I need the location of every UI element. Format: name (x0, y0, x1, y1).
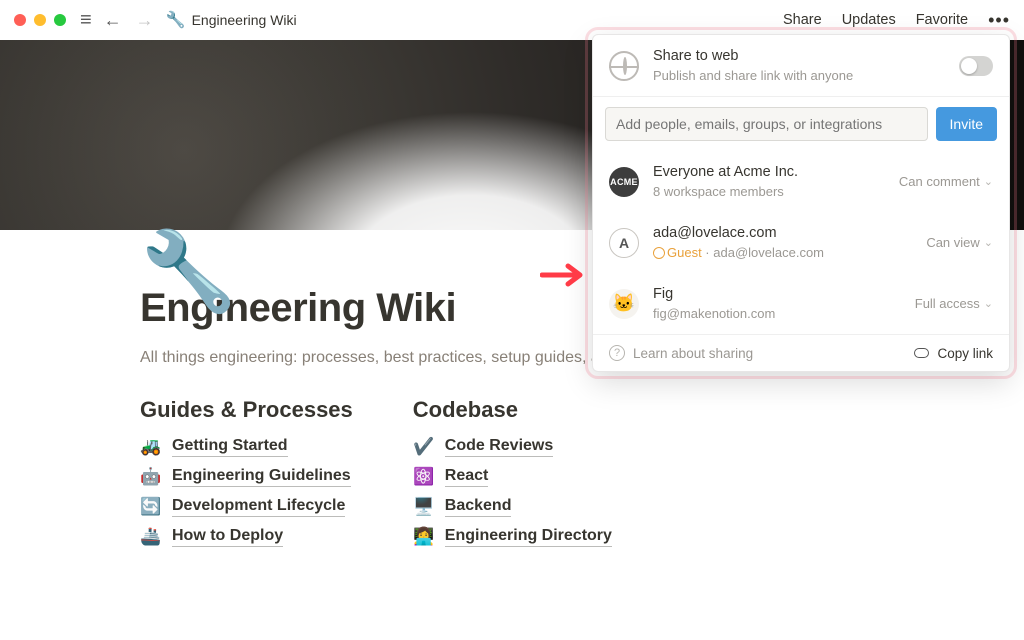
list-item-label: Development Lifecycle (172, 497, 345, 517)
permission-dropdown[interactable]: Can comment⌄ (899, 174, 993, 189)
chevron-down-icon: ⌄ (984, 175, 993, 188)
atom-icon: ⚛️ (413, 467, 435, 487)
permission-dropdown[interactable]: Full access⌄ (915, 296, 993, 311)
invite-row: Invite (593, 97, 1009, 151)
list-item-label: Backend (445, 497, 512, 517)
share-web-toggle[interactable] (959, 56, 993, 76)
share-panel-footer: ? Learn about sharing Copy link (593, 335, 1009, 371)
share-entry-subtitle: fig@makenotion.com (653, 305, 901, 323)
sidebar-toggle-icon[interactable]: ≡ (80, 9, 92, 32)
favorite-button[interactable]: Favorite (916, 12, 968, 28)
share-entry-subtitle: Guest · ada@lovelace.com (653, 244, 912, 262)
minimize-window-dot[interactable] (34, 14, 46, 26)
column-codebase: Codebase ✔️ Code Reviews ⚛️ React 🖥️ Backen… (413, 397, 612, 557)
list-item[interactable]: 🖥️ Backend (413, 497, 612, 517)
list-item[interactable]: ⚛️ React (413, 467, 612, 487)
link-icon (914, 348, 929, 358)
permission-dropdown[interactable]: Can view⌄ (926, 235, 993, 250)
list-item[interactable]: 🔄 Development Lifecycle (140, 497, 353, 517)
share-entry-title: Fig (653, 285, 901, 305)
guest-globe-icon (653, 247, 665, 259)
page-icon[interactable]: 🔧 (140, 226, 237, 318)
share-web-title: Share to web (653, 47, 945, 67)
cycle-icon: 🔄 (140, 497, 162, 517)
list-item[interactable]: ✔️ Code Reviews (413, 437, 612, 457)
list-item-label: Getting Started (172, 437, 288, 457)
more-menu-icon[interactable]: ••• (988, 10, 1010, 31)
share-entry-title: Everyone at Acme Inc. (653, 163, 885, 183)
user-avatar: 🐱 (609, 289, 639, 319)
check-icon: ✔️ (413, 437, 435, 457)
invite-input[interactable] (605, 107, 928, 141)
annotation-arrow-icon (540, 262, 586, 288)
share-entry: A ada@lovelace.com Guest · ada@lovelace.… (593, 212, 1009, 273)
chevron-down-icon: ⌄ (984, 236, 993, 249)
close-window-dot[interactable] (14, 14, 26, 26)
list-item[interactable]: 🤖 Engineering Guidelines (140, 467, 353, 487)
tractor-icon: 🚜 (140, 437, 162, 457)
learn-sharing-link[interactable]: ? Learn about sharing (609, 345, 753, 361)
share-panel: Share to web Publish and share link with… (592, 34, 1010, 372)
updates-button[interactable]: Updates (842, 12, 896, 28)
zoom-window-dot[interactable] (54, 14, 66, 26)
column-heading: Codebase (413, 397, 612, 423)
nav-forward-icon[interactable]: → (134, 10, 156, 31)
robot-icon: 🤖 (140, 467, 162, 487)
user-avatar: A (609, 228, 639, 258)
topbar-actions: Share Updates Favorite ••• (783, 10, 1010, 31)
column-guides: Guides & Processes 🚜 Getting Started 🤖 Eng… (140, 397, 353, 557)
breadcrumb[interactable]: 🔧 Engineering Wiki (166, 10, 297, 30)
list-item-label: How to Deploy (172, 527, 283, 547)
share-web-subtitle: Publish and share link with anyone (653, 67, 945, 85)
window-traffic-lights (14, 14, 66, 26)
column-heading: Guides & Processes (140, 397, 353, 423)
share-entry: 🐱 Fig fig@makenotion.com Full access⌄ (593, 273, 1009, 334)
desktop-icon: 🖥️ (413, 497, 435, 517)
wrench-icon: 🔧 (166, 10, 186, 30)
list-item[interactable]: 🚢 How to Deploy (140, 527, 353, 547)
list-item-label: Code Reviews (445, 437, 553, 457)
list-item-label: Engineering Guidelines (172, 467, 351, 487)
globe-icon (609, 51, 639, 81)
chevron-down-icon: ⌄ (984, 297, 993, 310)
workspace-avatar: ACME (609, 167, 639, 197)
share-entry-title: ada@lovelace.com (653, 224, 912, 244)
share-to-web-row: Share to web Publish and share link with… (593, 35, 1009, 96)
help-icon: ? (609, 345, 625, 361)
ship-icon: 🚢 (140, 527, 162, 547)
breadcrumb-title: Engineering Wiki (192, 12, 297, 28)
invite-button[interactable]: Invite (936, 107, 997, 141)
share-entry: ACME Everyone at Acme Inc. 8 workspace m… (593, 151, 1009, 212)
copy-link-button[interactable]: Copy link (914, 346, 993, 361)
share-entry-subtitle: 8 workspace members (653, 183, 885, 201)
share-button[interactable]: Share (783, 12, 822, 28)
nav-back-icon[interactable]: ← (102, 10, 124, 31)
person-icon: 👩‍💻 (413, 527, 435, 547)
list-item[interactable]: 🚜 Getting Started (140, 437, 353, 457)
list-item-label: React (445, 467, 489, 487)
list-item-label: Engineering Directory (445, 527, 612, 547)
list-item[interactable]: 👩‍💻 Engineering Directory (413, 527, 612, 547)
